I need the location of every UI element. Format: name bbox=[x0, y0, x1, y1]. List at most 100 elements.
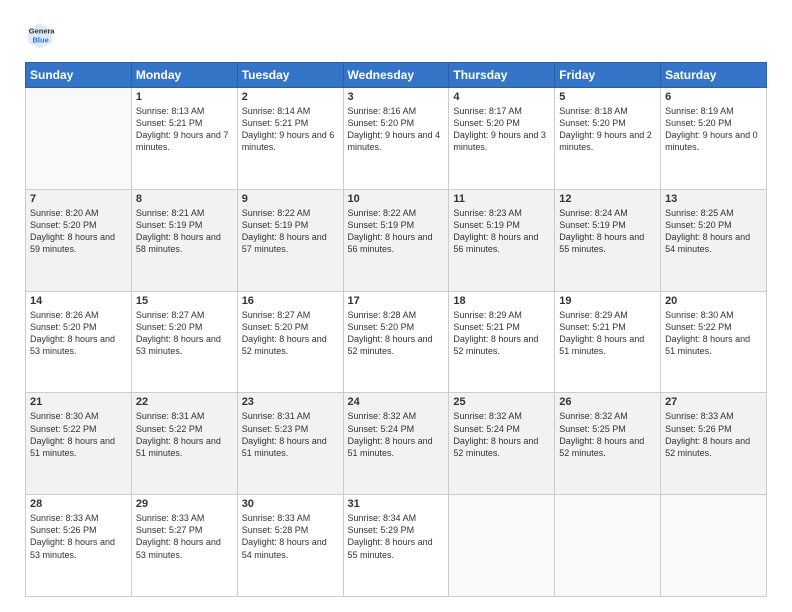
calendar-cell: 1 Sunrise: 8:13 AMSunset: 5:21 PMDaylight… bbox=[131, 88, 237, 190]
calendar-cell: 16 Sunrise: 8:27 AMSunset: 5:20 PMDayligh… bbox=[237, 291, 343, 393]
header: General Blue bbox=[25, 20, 767, 50]
day-number: 14 bbox=[30, 295, 127, 307]
calendar-cell: 7Sunrise: 8:20 AMSunset: 5:20 PMDaylight… bbox=[26, 189, 132, 291]
day-number: 30 bbox=[242, 498, 339, 510]
cell-info: Sunrise: 8:31 AMSunset: 5:22 PMDaylight:… bbox=[136, 410, 233, 459]
day-number: 28 bbox=[30, 498, 127, 510]
day-number: 16 bbox=[242, 295, 339, 307]
calendar-table: SundayMondayTuesdayWednesdayThursdayFrid… bbox=[25, 62, 767, 597]
calendar-header-monday: Monday bbox=[131, 63, 237, 88]
day-number: 10 bbox=[348, 193, 445, 205]
cell-info: Sunrise: 8:32 AMSunset: 5:24 PMDaylight:… bbox=[348, 410, 445, 459]
calendar-cell: 29Sunrise: 8:33 AMSunset: 5:27 PMDayligh… bbox=[131, 495, 237, 597]
calendar-cell: 2 Sunrise: 8:14 AMSunset: 5:21 PMDaylight… bbox=[237, 88, 343, 190]
cell-info: Sunrise: 8:31 AMSunset: 5:23 PMDaylight:… bbox=[242, 410, 339, 459]
cell-info: Sunrise: 8:33 AMSunset: 5:26 PMDaylight:… bbox=[665, 410, 762, 459]
cell-info: Sunrise: 8:27 AMSunset: 5:20 PMDaylight:… bbox=[242, 309, 339, 358]
calendar-cell: 31 Sunrise: 8:34 AMSunset: 5:29 PMDayligh… bbox=[343, 495, 449, 597]
day-number: 15 bbox=[136, 295, 233, 307]
cell-info: Sunrise: 8:26 AMSunset: 5:20 PMDaylight:… bbox=[30, 309, 127, 358]
calendar-cell: 30Sunrise: 8:33 AMSunset: 5:28 PMDayligh… bbox=[237, 495, 343, 597]
calendar-cell bbox=[26, 88, 132, 190]
calendar-cell: 13Sunrise: 8:25 AMSunset: 5:20 PMDayligh… bbox=[661, 189, 767, 291]
cell-info: Sunrise: 8:27 AMSunset: 5:20 PMDaylight:… bbox=[136, 309, 233, 358]
day-number: 11 bbox=[453, 193, 550, 205]
cell-info: Sunrise: 8:22 AMSunset: 5:19 PMDaylight:… bbox=[348, 207, 445, 256]
svg-text:General: General bbox=[29, 27, 55, 36]
calendar-cell: 15 Sunrise: 8:27 AMSunset: 5:20 PMDayligh… bbox=[131, 291, 237, 393]
day-number: 21 bbox=[30, 396, 127, 408]
calendar-cell: 4 Sunrise: 8:17 AMSunset: 5:20 PMDaylight… bbox=[449, 88, 555, 190]
calendar-cell: 8 Sunrise: 8:21 AMSunset: 5:19 PMDaylight… bbox=[131, 189, 237, 291]
calendar-header-row: SundayMondayTuesdayWednesdayThursdayFrid… bbox=[26, 63, 767, 88]
day-number: 6 bbox=[665, 91, 762, 103]
calendar-header-friday: Friday bbox=[555, 63, 661, 88]
calendar-header-wednesday: Wednesday bbox=[343, 63, 449, 88]
calendar-cell: 26 Sunrise: 8:32 AMSunset: 5:25 PMDayligh… bbox=[555, 393, 661, 495]
calendar-week-row: 21Sunrise: 8:30 AMSunset: 5:22 PMDayligh… bbox=[26, 393, 767, 495]
cell-info: Sunrise: 8:23 AMSunset: 5:19 PMDaylight:… bbox=[453, 207, 550, 256]
cell-info: Sunrise: 8:32 AMSunset: 5:24 PMDaylight:… bbox=[453, 410, 550, 459]
calendar-cell: 21Sunrise: 8:30 AMSunset: 5:22 PMDayligh… bbox=[26, 393, 132, 495]
calendar-cell: 18 Sunrise: 8:29 AMSunset: 5:21 PMDayligh… bbox=[449, 291, 555, 393]
cell-info: Sunrise: 8:34 AMSunset: 5:29 PMDaylight:… bbox=[348, 512, 445, 561]
calendar-cell: 28 Sunrise: 8:33 AMSunset: 5:26 PMDayligh… bbox=[26, 495, 132, 597]
cell-info: Sunrise: 8:18 AMSunset: 5:20 PMDaylight:… bbox=[559, 105, 656, 154]
logo: General Blue bbox=[25, 20, 59, 50]
day-number: 20 bbox=[665, 295, 762, 307]
day-number: 31 bbox=[348, 498, 445, 510]
calendar-cell: 6 Sunrise: 8:19 AMSunset: 5:20 PMDaylight… bbox=[661, 88, 767, 190]
day-number: 19 bbox=[559, 295, 656, 307]
calendar-cell: 23 Sunrise: 8:31 AMSunset: 5:23 PMDayligh… bbox=[237, 393, 343, 495]
cell-info: Sunrise: 8:29 AMSunset: 5:21 PMDaylight:… bbox=[559, 309, 656, 358]
cell-info: Sunrise: 8:17 AMSunset: 5:20 PMDaylight:… bbox=[453, 105, 550, 154]
calendar-cell: 11 Sunrise: 8:23 AMSunset: 5:19 PMDayligh… bbox=[449, 189, 555, 291]
calendar-cell: 22 Sunrise: 8:31 AMSunset: 5:22 PMDayligh… bbox=[131, 393, 237, 495]
cell-info: Sunrise: 8:29 AMSunset: 5:21 PMDaylight:… bbox=[453, 309, 550, 358]
day-number: 26 bbox=[559, 396, 656, 408]
day-number: 24 bbox=[348, 396, 445, 408]
calendar-week-row: 14 Sunrise: 8:26 AMSunset: 5:20 PMDayligh… bbox=[26, 291, 767, 393]
calendar-header-saturday: Saturday bbox=[661, 63, 767, 88]
day-number: 12 bbox=[559, 193, 656, 205]
calendar-cell: 20Sunrise: 8:30 AMSunset: 5:22 PMDayligh… bbox=[661, 291, 767, 393]
calendar-header-tuesday: Tuesday bbox=[237, 63, 343, 88]
day-number: 1 bbox=[136, 91, 233, 103]
day-number: 27 bbox=[665, 396, 762, 408]
day-number: 2 bbox=[242, 91, 339, 103]
day-number: 9 bbox=[242, 193, 339, 205]
cell-info: Sunrise: 8:32 AMSunset: 5:25 PMDaylight:… bbox=[559, 410, 656, 459]
day-number: 8 bbox=[136, 193, 233, 205]
day-number: 22 bbox=[136, 396, 233, 408]
page: General Blue SundayMondayTuesdayWednesda… bbox=[0, 0, 792, 612]
calendar-week-row: 28 Sunrise: 8:33 AMSunset: 5:26 PMDayligh… bbox=[26, 495, 767, 597]
calendar-cell: 9 Sunrise: 8:22 AMSunset: 5:19 PMDaylight… bbox=[237, 189, 343, 291]
cell-info: Sunrise: 8:21 AMSunset: 5:19 PMDaylight:… bbox=[136, 207, 233, 256]
cell-info: Sunrise: 8:14 AMSunset: 5:21 PMDaylight:… bbox=[242, 105, 339, 154]
day-number: 4 bbox=[453, 91, 550, 103]
cell-info: Sunrise: 8:13 AMSunset: 5:21 PMDaylight:… bbox=[136, 105, 233, 154]
cell-info: Sunrise: 8:19 AMSunset: 5:20 PMDaylight:… bbox=[665, 105, 762, 154]
logo-icon: General Blue bbox=[25, 20, 55, 50]
cell-info: Sunrise: 8:20 AMSunset: 5:20 PMDaylight:… bbox=[30, 207, 127, 256]
calendar-cell bbox=[449, 495, 555, 597]
day-number: 23 bbox=[242, 396, 339, 408]
calendar-cell: 19 Sunrise: 8:29 AMSunset: 5:21 PMDayligh… bbox=[555, 291, 661, 393]
cell-info: Sunrise: 8:22 AMSunset: 5:19 PMDaylight:… bbox=[242, 207, 339, 256]
day-number: 3 bbox=[348, 91, 445, 103]
day-number: 5 bbox=[559, 91, 656, 103]
cell-info: Sunrise: 8:28 AMSunset: 5:20 PMDaylight:… bbox=[348, 309, 445, 358]
cell-info: Sunrise: 8:25 AMSunset: 5:20 PMDaylight:… bbox=[665, 207, 762, 256]
cell-info: Sunrise: 8:16 AMSunset: 5:20 PMDaylight:… bbox=[348, 105, 445, 154]
calendar-cell: 24 Sunrise: 8:32 AMSunset: 5:24 PMDayligh… bbox=[343, 393, 449, 495]
calendar-cell: 25 Sunrise: 8:32 AMSunset: 5:24 PMDayligh… bbox=[449, 393, 555, 495]
calendar-cell bbox=[555, 495, 661, 597]
day-number: 17 bbox=[348, 295, 445, 307]
day-number: 25 bbox=[453, 396, 550, 408]
cell-info: Sunrise: 8:24 AMSunset: 5:19 PMDaylight:… bbox=[559, 207, 656, 256]
svg-text:Blue: Blue bbox=[33, 36, 49, 45]
calendar-header-sunday: Sunday bbox=[26, 63, 132, 88]
day-number: 18 bbox=[453, 295, 550, 307]
cell-info: Sunrise: 8:33 AMSunset: 5:26 PMDaylight:… bbox=[30, 512, 127, 561]
calendar-cell: 10 Sunrise: 8:22 AMSunset: 5:19 PMDayligh… bbox=[343, 189, 449, 291]
